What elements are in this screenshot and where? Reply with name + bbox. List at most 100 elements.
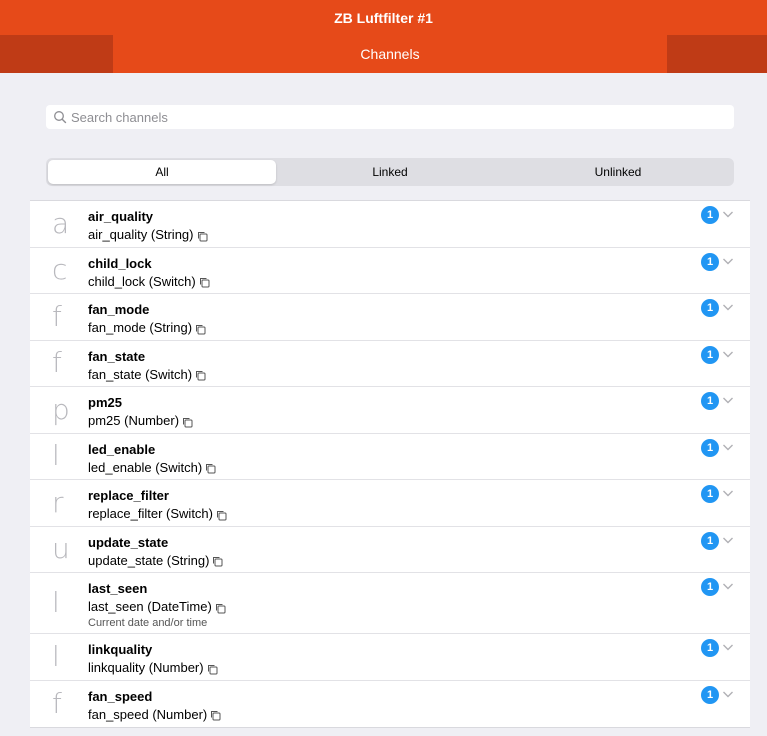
- chevron-down-icon[interactable]: [722, 302, 734, 312]
- channel-name: fan_mode: [88, 302, 150, 317]
- channel-detail-line: update_state (String): [88, 553, 223, 568]
- link-count-badge: 1: [701, 299, 719, 317]
- channel-detail-line: replace_filter (Switch): [88, 506, 227, 521]
- link-count-badge: 1: [701, 685, 719, 704]
- search-icon: [53, 110, 67, 124]
- channel-name: fan_state: [88, 348, 146, 364]
- channel-name: replace_filter: [88, 488, 169, 503]
- channel-initial: c: [52, 253, 68, 287]
- channel-initial: a: [52, 206, 70, 240]
- page-title: ZB Luftfilter #1: [334, 9, 433, 26]
- chevron-down-icon[interactable]: [722, 689, 734, 699]
- copy-icon[interactable]: [207, 664, 218, 675]
- channel-row[interactable]: p pm25 pm25 (Number) 1: [30, 387, 750, 434]
- channel-detail-line: last_seen (DateTime): [88, 599, 226, 614]
- channel-row[interactable]: f fan_mode fan_mode (String) 1: [30, 294, 750, 341]
- channel-row[interactable]: l last_seen last_seen (DateTime) Current da…: [30, 573, 750, 634]
- channel-name: child_lock: [88, 255, 152, 271]
- link-count-badge: 1: [701, 531, 719, 550]
- channel-initial: r: [52, 485, 64, 519]
- channel-detail: replace_filter (Switch): [88, 506, 213, 521]
- channel-initial: f: [52, 346, 62, 380]
- chevron-down-icon[interactable]: [722, 349, 734, 359]
- channel-detail-line: fan_speed (Number): [88, 707, 221, 722]
- link-filter: All Linked Unlinked: [46, 158, 734, 186]
- channel-detail-line: fan_mode (String): [88, 320, 206, 335]
- channel-initial: f: [52, 686, 62, 720]
- tab-channels-label: Channels: [360, 46, 420, 62]
- chevron-down-icon[interactable]: [722, 209, 734, 219]
- channel-name: linkquality: [88, 642, 153, 657]
- channel-name: last_seen: [88, 581, 148, 596]
- chevron-down-icon[interactable]: [722, 488, 734, 498]
- channel-name: fan_speed: [88, 688, 153, 704]
- tab-channels[interactable]: Channels: [113, 35, 667, 73]
- channel-initial: u: [52, 532, 70, 566]
- channel-initial: p: [52, 392, 70, 426]
- tab-bar-right-segment[interactable]: [667, 35, 767, 73]
- channel-row[interactable]: a air_quality air_quality (String) 1: [30, 201, 750, 248]
- channel-row[interactable]: f fan_state fan_state (Switch) 1: [30, 341, 750, 387]
- copy-icon[interactable]: [205, 463, 216, 474]
- channel-detail-line: led_enable (Switch): [88, 460, 216, 475]
- copy-icon[interactable]: [195, 370, 206, 381]
- copy-icon[interactable]: [197, 231, 208, 242]
- link-count-badge: 1: [701, 485, 719, 503]
- chevron-down-icon[interactable]: [722, 395, 734, 405]
- channel-detail-line: air_quality (String): [88, 227, 208, 242]
- channel-detail: pm25 (Number): [88, 413, 180, 428]
- link-count-badge: 1: [701, 639, 719, 657]
- link-count-badge: 1: [701, 345, 719, 364]
- channel-detail: last_seen (DateTime): [88, 599, 212, 614]
- link-count-badge: 1: [701, 252, 719, 271]
- copy-icon[interactable]: [210, 710, 221, 721]
- channel-detail: update_state (String): [88, 552, 210, 568]
- search-input[interactable]: [71, 109, 711, 125]
- tab-bar-left-segment[interactable]: [0, 35, 113, 73]
- channel-detail-line: pm25 (Number): [88, 413, 193, 428]
- channel-row[interactable]: c child_lock child_lock (Switch) 1: [30, 248, 750, 294]
- channel-detail-line: child_lock (Switch): [88, 274, 210, 289]
- chevron-down-icon[interactable]: [722, 442, 734, 452]
- channel-row[interactable]: l led_enable led_enable (Switch) 1: [30, 434, 750, 480]
- channel-row[interactable]: l linkquality linkquality (Number) 1: [30, 634, 750, 681]
- channel-description: Current date and/or time: [88, 617, 208, 629]
- channel-row[interactable]: f fan_speed fan_speed (Number) 1: [30, 681, 750, 728]
- chevron-down-icon[interactable]: [722, 581, 734, 591]
- channel-list: a air_quality air_quality (String) 1 c child_…: [30, 200, 750, 728]
- chevron-down-icon[interactable]: [722, 642, 734, 652]
- channel-name: led_enable: [88, 441, 156, 457]
- channel-detail: fan_mode (String): [88, 320, 193, 335]
- filter-linked-button[interactable]: Linked: [276, 160, 504, 184]
- title-bar: ZB Luftfilter #1: [0, 0, 767, 35]
- filter-unlinked-button[interactable]: Unlinked: [504, 160, 732, 184]
- channel-name: pm25: [88, 395, 122, 410]
- link-count-badge: 1: [701, 578, 719, 596]
- tab-bar: Channels: [0, 35, 767, 73]
- filter-all-button[interactable]: All: [48, 160, 276, 184]
- channel-detail: linkquality (Number): [88, 660, 204, 675]
- chevron-down-icon[interactable]: [722, 535, 734, 545]
- search-bar: [46, 105, 734, 129]
- link-count-badge: 1: [701, 206, 719, 224]
- chevron-down-icon[interactable]: [722, 256, 734, 266]
- link-count-badge: 1: [701, 438, 719, 457]
- copy-icon[interactable]: [216, 510, 227, 521]
- copy-icon[interactable]: [212, 556, 223, 567]
- channel-row[interactable]: r replace_filter replace_filter (Switch) 1: [30, 480, 750, 527]
- channel-detail: led_enable (Switch): [88, 459, 203, 475]
- copy-icon[interactable]: [182, 417, 193, 428]
- channel-row[interactable]: u update_state update_state (String) 1: [30, 527, 750, 573]
- channel-initial: l: [52, 439, 60, 473]
- channel-detail: child_lock (Switch): [88, 273, 196, 289]
- link-count-badge: 1: [701, 392, 719, 410]
- copy-icon[interactable]: [215, 603, 226, 614]
- channel-detail: air_quality (String): [88, 227, 194, 242]
- channel-detail-line: linkquality (Number): [88, 660, 218, 675]
- channel-name: update_state: [88, 534, 169, 550]
- copy-icon[interactable]: [195, 324, 206, 335]
- channel-detail: fan_speed (Number): [88, 706, 208, 722]
- copy-icon[interactable]: [199, 277, 210, 288]
- channel-initial: l: [52, 586, 60, 619]
- channel-detail-line: fan_state (Switch): [88, 367, 206, 382]
